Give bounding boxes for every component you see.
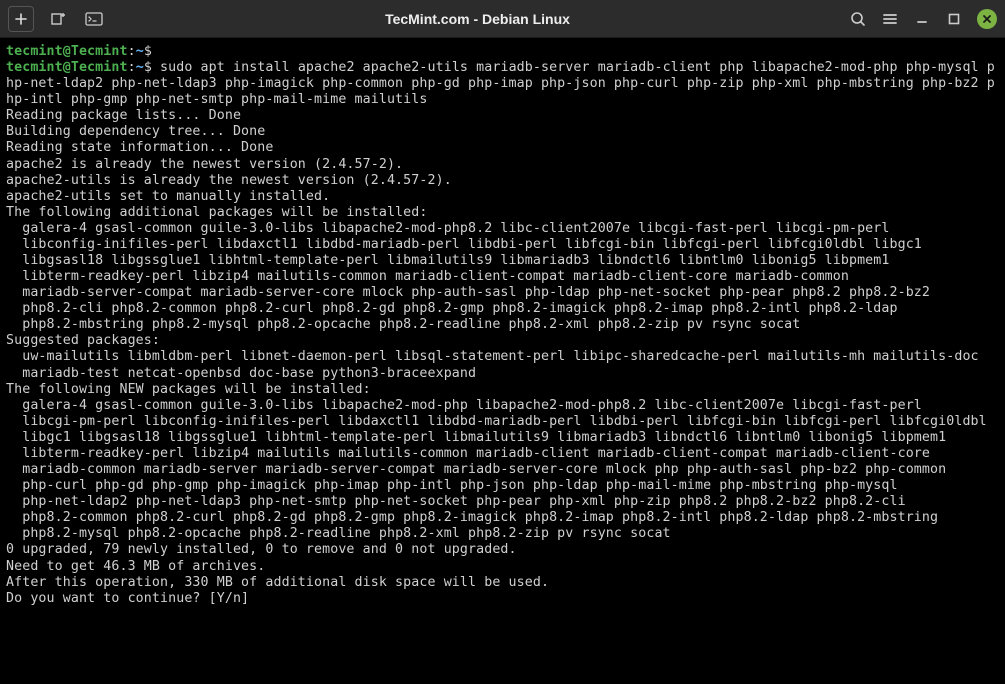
new-window-icon[interactable] <box>46 7 70 31</box>
terminal-icon[interactable] <box>82 7 106 31</box>
prompt-path: ~ <box>136 44 144 59</box>
maximize-button[interactable] <box>945 10 963 28</box>
output-suggested-header: Suggested packages: <box>6 333 160 348</box>
output-after-op: After this operation, 330 MB of addition… <box>6 575 549 590</box>
command-text: sudo apt install apache2 apache2-utils m… <box>6 60 995 107</box>
output-additional-packages: galera-4 gsasl-common guile-3.0-libs lib… <box>6 221 930 332</box>
output-additional-header: The following additional packages will b… <box>6 205 427 220</box>
prompt-colon: : <box>128 44 136 59</box>
output-building-tree: Building dependency tree... Done <box>6 124 265 139</box>
minimize-button[interactable] <box>913 10 931 28</box>
output-continue-prompt: Do you want to continue? [Y/n] <box>6 591 257 606</box>
prompt-user: tecmint@Tecmint <box>6 44 128 59</box>
terminal-output[interactable]: tecmint@Tecmint:~$ tecmint@Tecmint:~$ su… <box>0 38 1005 684</box>
search-icon[interactable] <box>849 10 867 28</box>
window-title: TecMint.com - Debian Linux <box>106 11 849 27</box>
output-new-packages: galera-4 gsasl-common guile-3.0-libs lib… <box>6 398 987 542</box>
output-reading-lists: Reading package lists... Done <box>6 108 241 123</box>
output-summary: 0 upgraded, 79 newly installed, 0 to rem… <box>6 542 517 557</box>
new-tab-button[interactable] <box>8 6 34 32</box>
menu-icon[interactable] <box>881 10 899 28</box>
output-reading-state: Reading state information... Done <box>6 140 273 155</box>
prompt-dollar: $ <box>144 44 152 59</box>
output-need-get: Need to get 46.3 MB of archives. <box>6 559 265 574</box>
output-suggested-packages: uw-mailutils libmldbm-perl libnet-daemon… <box>6 349 979 380</box>
titlebar: TecMint.com - Debian Linux <box>0 0 1005 38</box>
titlebar-right-controls <box>849 9 997 29</box>
output-apache-newest: apache2 is already the newest version (2… <box>6 157 403 172</box>
output-apache-utils-manual: apache2-utils set to manually installed. <box>6 189 330 204</box>
prompt-user-2: tecmint@Tecmint <box>6 60 128 75</box>
output-new-header: The following NEW packages will be insta… <box>6 382 371 397</box>
close-button[interactable] <box>977 9 997 29</box>
output-apache-utils-newest: apache2-utils is already the newest vers… <box>6 173 452 188</box>
titlebar-left-controls <box>8 6 106 32</box>
